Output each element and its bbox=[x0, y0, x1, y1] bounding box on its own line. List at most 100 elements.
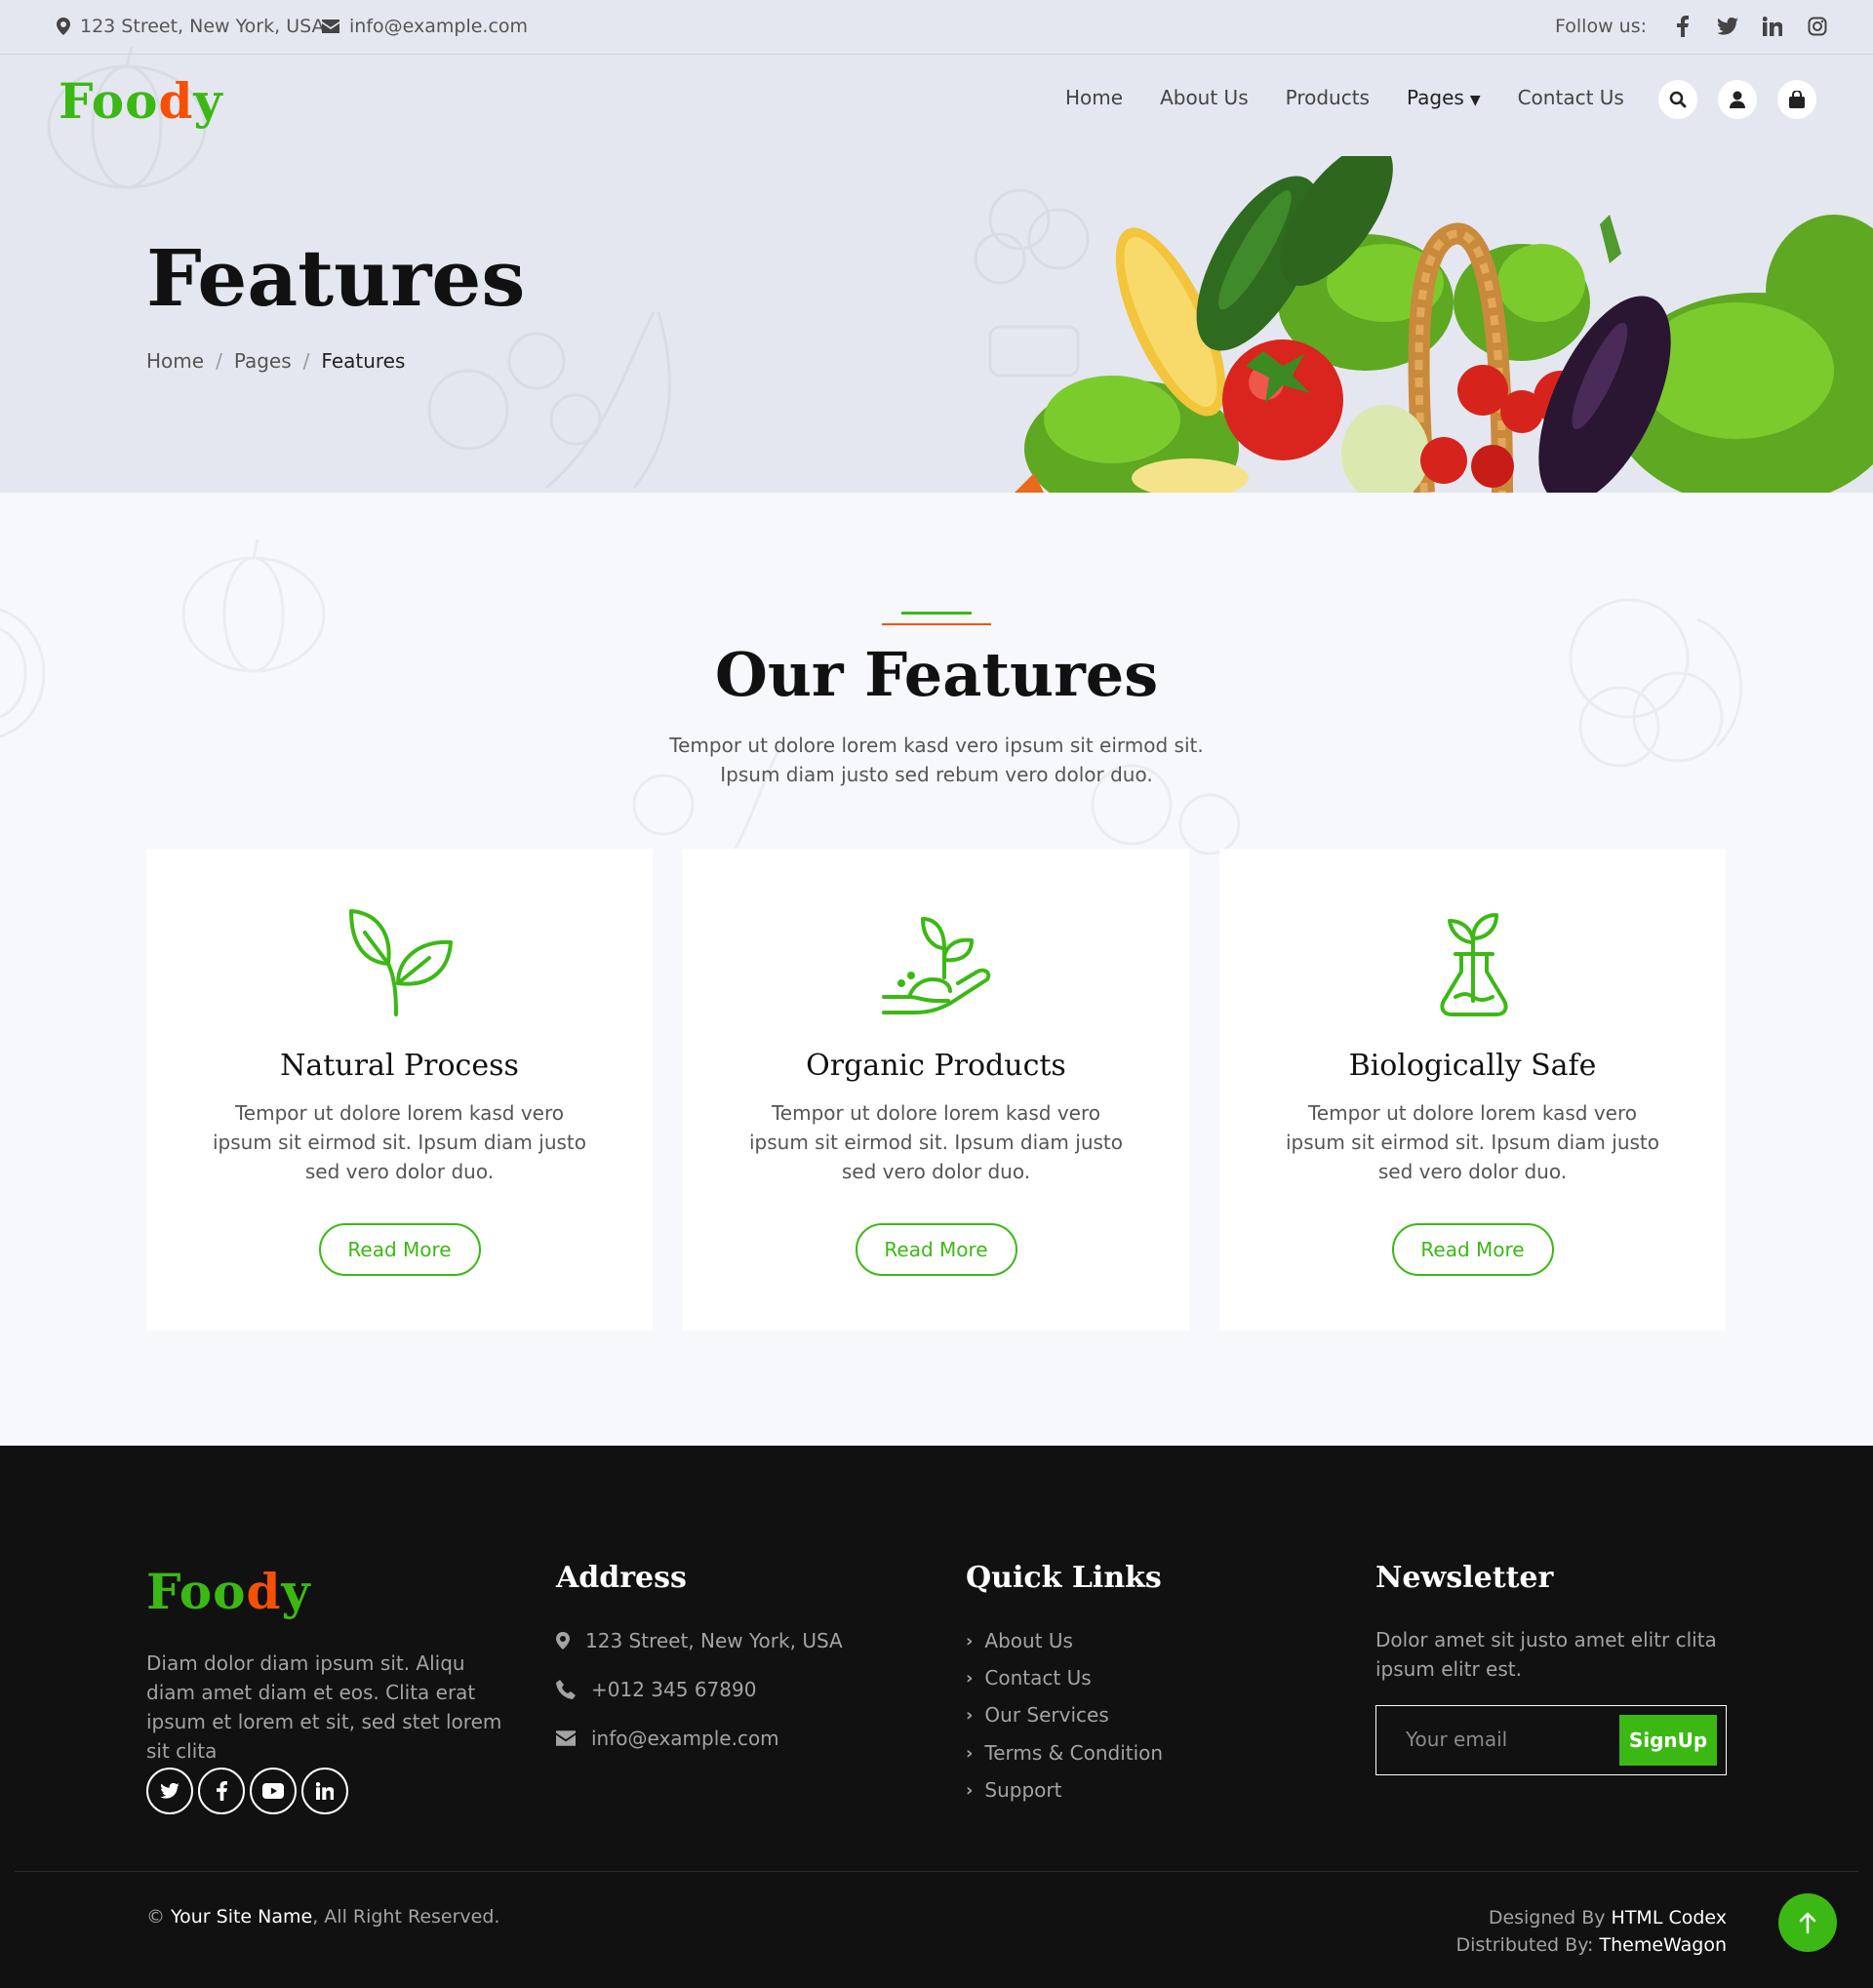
logo-text-part3: y bbox=[193, 72, 223, 130]
logo-text-part1: Foo bbox=[146, 1563, 247, 1620]
envelope-icon bbox=[556, 1730, 576, 1746]
nav-pages[interactable]: Pages ▼ bbox=[1407, 86, 1481, 109]
topbar-email[interactable]: info@example.com bbox=[322, 16, 528, 37]
twitter-icon[interactable] bbox=[1717, 14, 1738, 39]
footer-link[interactable]: › About Us bbox=[966, 1629, 1073, 1652]
section-divider-green bbox=[901, 612, 972, 615]
feature-title: Biologically Safe bbox=[1348, 1049, 1597, 1083]
topbar-email-text: info@example.com bbox=[349, 16, 529, 37]
footer-logo[interactable]: Foody bbox=[146, 1563, 311, 1620]
newsletter-text: Dolor amet sit justo amet elitr clita ip… bbox=[1375, 1628, 1717, 1681]
phone-icon bbox=[556, 1680, 576, 1699]
vegetable-basket-image bbox=[1015, 156, 1873, 493]
site-footer: Foody Diam dolor diam ipsum sit. Aliqu d… bbox=[0, 1446, 1873, 1988]
logo-text-part3: y bbox=[281, 1563, 311, 1620]
map-marker-icon bbox=[556, 1632, 570, 1650]
read-more-button[interactable]: Read More bbox=[855, 1223, 1017, 1276]
topbar-address: 123 Street, New York, USA bbox=[57, 16, 325, 37]
footer-address-title: Address bbox=[556, 1561, 687, 1595]
rights-text: , All Right Reserved. bbox=[312, 1906, 500, 1928]
envelope-icon bbox=[322, 20, 339, 33]
nav-about-us[interactable]: About Us bbox=[1160, 86, 1249, 109]
designed-label: Designed By bbox=[1488, 1907, 1606, 1928]
breadcrumb-home[interactable]: Home bbox=[146, 349, 204, 373]
linkedin-icon[interactable] bbox=[1762, 14, 1783, 39]
account-button[interactable] bbox=[1718, 80, 1757, 119]
distributed-label: Distributed By: bbox=[1455, 1934, 1594, 1956]
user-icon bbox=[1730, 91, 1745, 108]
follow-label: Follow us: bbox=[1555, 16, 1647, 37]
site-logo[interactable]: Foody bbox=[59, 72, 223, 130]
footer-link-label: Contact Us bbox=[984, 1666, 1092, 1690]
feature-card: Biologically Safe Tempor ut dolore lorem… bbox=[1219, 849, 1726, 1331]
flask-plant-icon bbox=[1439, 913, 1508, 1016]
footer-link[interactable]: › Contact Us bbox=[966, 1666, 1092, 1690]
newsletter-email-input[interactable]: Your email bbox=[1406, 1728, 1507, 1751]
plant-sprout-icon bbox=[348, 909, 453, 1016]
feature-text: Tempor ut dolore lorem kasd vero ipsum s… bbox=[212, 1101, 586, 1183]
twitter-icon[interactable] bbox=[146, 1768, 193, 1814]
logo-text-part2: d bbox=[246, 1563, 282, 1620]
features-section: Our Features Tempor ut dolore lorem kasd… bbox=[0, 493, 1873, 1446]
footer-email[interactable]: info@example.com bbox=[556, 1727, 779, 1750]
section-divider-orange bbox=[882, 623, 991, 625]
bag-icon bbox=[1789, 91, 1805, 108]
search-icon bbox=[1669, 91, 1687, 108]
footer-divider bbox=[15, 1871, 1858, 1872]
section-subtitle: Tempor ut dolore lorem kasd vero ipsum s… bbox=[669, 734, 1204, 786]
feature-title: Organic Products bbox=[806, 1049, 1066, 1083]
footer-link[interactable]: › Terms & Condition bbox=[966, 1741, 1163, 1765]
breadcrumb-pages[interactable]: Pages bbox=[234, 349, 292, 373]
feature-text: Tempor ut dolore lorem kasd vero ipsum s… bbox=[1285, 1101, 1659, 1183]
read-more-button[interactable]: Read More bbox=[1391, 1223, 1554, 1276]
site-name-link[interactable]: Your Site Name bbox=[171, 1906, 312, 1928]
facebook-icon[interactable] bbox=[1672, 14, 1694, 39]
nav-contact-us[interactable]: Contact Us bbox=[1518, 86, 1624, 109]
chevron-right-icon: › bbox=[966, 1630, 974, 1651]
page-title: Features bbox=[146, 232, 526, 324]
nav-home[interactable]: Home bbox=[1065, 86, 1123, 109]
read-more-button[interactable]: Read More bbox=[318, 1223, 481, 1276]
footer-phone: +012 345 67890 bbox=[556, 1678, 756, 1701]
feature-card: Natural Process Tempor ut dolore lorem k… bbox=[146, 849, 653, 1331]
chevron-right-icon: › bbox=[966, 1742, 974, 1764]
page-header: 123 Street, New York, USA info@example.c… bbox=[0, 0, 1873, 493]
follow-us: Follow us: bbox=[1555, 14, 1828, 39]
chevron-right-icon: › bbox=[966, 1704, 974, 1726]
footer-link-label: Our Services bbox=[984, 1703, 1109, 1727]
newsletter-form: Your email SignUp bbox=[1375, 1705, 1727, 1775]
breadcrumb-current: Features bbox=[321, 349, 406, 373]
footer-link-label: About Us bbox=[984, 1629, 1073, 1652]
back-to-top-button[interactable] bbox=[1778, 1893, 1837, 1952]
footer-address: 123 Street, New York, USA bbox=[556, 1629, 843, 1652]
linkedin-icon[interactable] bbox=[301, 1768, 348, 1814]
designer-link[interactable]: HTML Codex bbox=[1612, 1907, 1727, 1928]
logo-text-part2: d bbox=[158, 72, 194, 130]
footer-link-label: Support bbox=[984, 1778, 1062, 1802]
top-bar: 123 Street, New York, USA info@example.c… bbox=[0, 0, 1873, 55]
footer-link[interactable]: › Our Services bbox=[966, 1703, 1109, 1727]
youtube-icon[interactable] bbox=[250, 1768, 297, 1814]
footer-newsletter-title: Newsletter bbox=[1375, 1561, 1554, 1595]
cart-button[interactable] bbox=[1777, 80, 1816, 119]
breadcrumb: Home / Pages / Features bbox=[146, 349, 405, 373]
nav-icon-buttons bbox=[1658, 80, 1816, 119]
instagram-icon[interactable] bbox=[1807, 14, 1828, 39]
search-button[interactable] bbox=[1658, 80, 1697, 119]
footer-phone-text: +012 345 67890 bbox=[591, 1678, 757, 1701]
hand-plant-icon bbox=[881, 917, 990, 1014]
signup-button[interactable]: SignUp bbox=[1619, 1715, 1717, 1766]
facebook-icon[interactable] bbox=[198, 1768, 245, 1814]
logo-text-part1: Foo bbox=[59, 72, 159, 130]
nav-pages-label: Pages bbox=[1406, 86, 1464, 109]
feature-title: Natural Process bbox=[280, 1049, 519, 1083]
footer-link[interactable]: › Support bbox=[966, 1778, 1061, 1802]
breadcrumb-separator: / bbox=[216, 349, 222, 373]
breadcrumb-separator: / bbox=[302, 349, 310, 373]
copyright: © Your Site Name, All Right Reserved. bbox=[146, 1906, 499, 1928]
distributor-link[interactable]: ThemeWagon bbox=[1600, 1934, 1727, 1956]
nav-products[interactable]: Products bbox=[1286, 86, 1370, 109]
chevron-right-icon: › bbox=[966, 1667, 974, 1689]
footer-social-links bbox=[146, 1768, 348, 1814]
footer-link-label: Terms & Condition bbox=[984, 1741, 1164, 1765]
